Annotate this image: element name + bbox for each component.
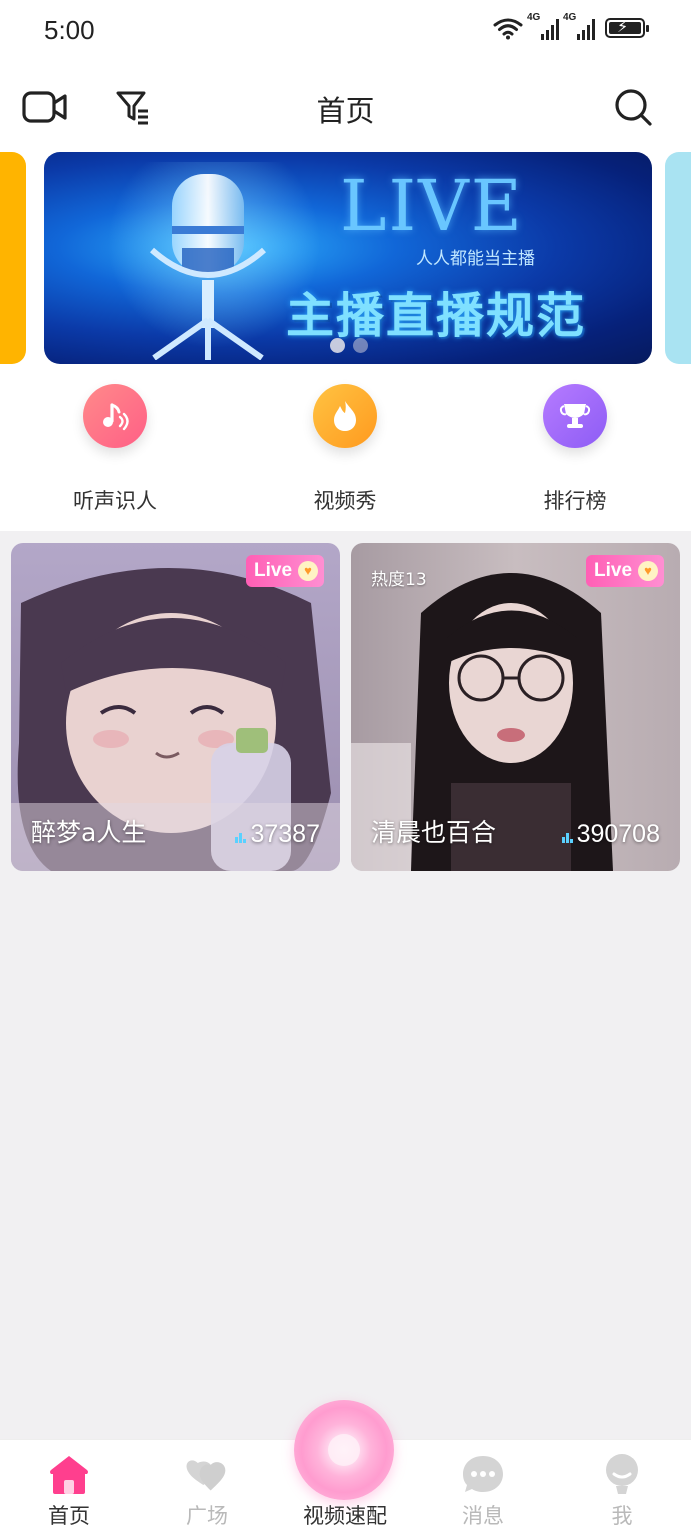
tab-label: 我 — [611, 1504, 633, 1528]
live-badge-label: Live — [594, 560, 633, 581]
carousel-dot-active — [330, 338, 345, 353]
tab-me[interactable]: 我 — [567, 1440, 677, 1536]
banner-next-peek[interactable] — [665, 152, 691, 364]
chat-icon — [463, 1456, 503, 1492]
banner-headline: 主播直播规范 — [286, 288, 587, 344]
stream-card[interactable]: 热度13 Live ♥ 清晨也百合 390708 — [351, 543, 680, 871]
stream-card[interactable]: Live ♥ 醉梦a人生 37387 — [11, 543, 340, 871]
signal-network-label: 4G — [527, 12, 541, 23]
quick-link-video-show[interactable]: 视频秀 — [260, 384, 430, 515]
streamer-name: 醉梦a人生 — [31, 818, 147, 847]
quick-link-voice-match[interactable]: 听声识人 — [30, 384, 200, 515]
quick-link-icon-bg — [313, 384, 377, 448]
status-icons: 4G 4G ⚡ — [493, 12, 649, 40]
live-badge: Live ♥ — [586, 555, 664, 587]
video-match-button[interactable] — [294, 1400, 394, 1500]
banner-subtitle: 人人都能当主播 — [416, 249, 535, 269]
tab-label: 消息 — [462, 1504, 504, 1528]
video-match-icon — [328, 1434, 360, 1466]
heart-icon: ♥ — [298, 561, 318, 581]
quick-link-icon-bg — [83, 384, 147, 448]
status-bar: 5:00 4G 4G ⚡ — [0, 0, 691, 64]
music-note-icon — [103, 403, 129, 431]
page-title: 首页 — [316, 94, 375, 128]
banner-prev-peek[interactable] — [0, 152, 26, 364]
viewer-count: 390708 — [561, 820, 660, 849]
search-icon — [615, 89, 652, 126]
heart-icon: ♥ — [638, 561, 658, 581]
signal-icon: 4G — [527, 12, 559, 40]
audio-level-icon — [235, 827, 247, 843]
viewer-count-value: 37387 — [250, 820, 320, 848]
streamer-name: 清晨也百合 — [371, 818, 497, 847]
wifi-icon — [493, 18, 523, 40]
battery-icon: ⚡ — [605, 18, 649, 38]
quick-link-label: 听声识人 — [73, 489, 157, 513]
tab-square[interactable]: 广场 — [152, 1440, 262, 1536]
tab-label-video-match: 视频速配 — [303, 1504, 387, 1528]
audio-level-icon — [561, 827, 573, 843]
search-button[interactable] — [608, 82, 658, 132]
quick-link-label: 排行榜 — [543, 489, 607, 513]
status-time: 5:00 — [44, 15, 95, 45]
top-nav-bar: 首页 — [0, 64, 691, 148]
trophy-icon — [559, 404, 591, 428]
quick-link-label: 视频秀 — [313, 489, 377, 513]
tab-messages[interactable]: 消息 — [428, 1440, 538, 1536]
banner-slide[interactable]: LIVE 人人都能当主播 主播直播规范 — [44, 152, 652, 364]
heat-label: 热度13 — [371, 570, 427, 590]
carousel-indicator — [330, 338, 368, 353]
viewer-count-value: 390708 — [576, 820, 660, 848]
viewer-count: 37387 — [235, 820, 320, 849]
quick-link-ranking[interactable]: 排行榜 — [490, 384, 660, 515]
tab-label: 广场 — [186, 1504, 228, 1528]
microphone-illustration — [150, 174, 266, 360]
tab-home[interactable]: 首页 — [14, 1440, 124, 1536]
banner-carousel[interactable]: LIVE 人人都能当主播 主播直播规范 — [0, 152, 691, 364]
live-badge: Live ♥ — [246, 555, 324, 587]
flame-icon — [334, 401, 356, 431]
live-badge-label: Live — [254, 560, 293, 581]
home-icon — [50, 1456, 88, 1494]
tab-label: 首页 — [48, 1504, 90, 1528]
signal-icon: 4G — [563, 12, 595, 40]
banner-live-text: LIVE — [340, 165, 524, 247]
carousel-dot — [353, 338, 368, 353]
quick-link-icon-bg — [543, 384, 607, 448]
signal-network-label: 4G — [563, 12, 577, 23]
profile-icon — [606, 1454, 638, 1494]
hearts-icon — [186, 1460, 226, 1491]
